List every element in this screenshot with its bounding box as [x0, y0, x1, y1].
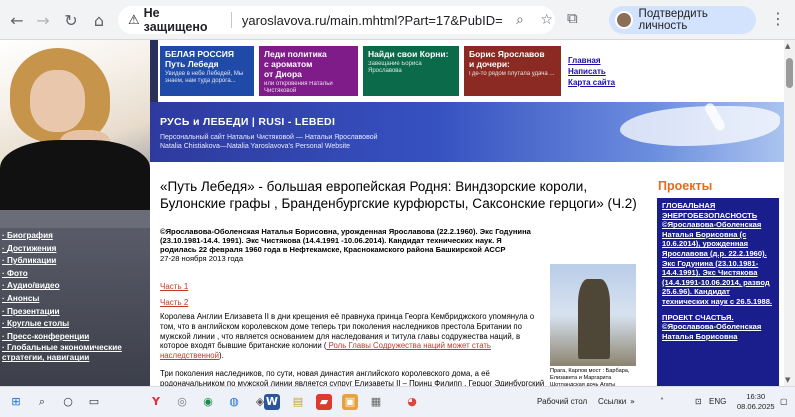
warning-icon[interactable]: ⚠ — [128, 13, 140, 28]
avatar — [615, 11, 633, 29]
projects-list: ГЛОБАЛЬНАЯ ЭНЕРГОБЕЗОПАСНОСТЬ ©Ярославов… — [657, 198, 779, 386]
task-view-icon[interactable]: ▭ — [86, 394, 102, 410]
bookmark-star-icon[interactable]: ☆ — [538, 12, 555, 28]
file-explorer-icon[interactable]: ▤ — [290, 394, 306, 410]
article-meta: ©Ярославова-Оболенская Наталья Борисовна… — [160, 227, 540, 263]
profile-button[interactable]: Подтвердить личность — [609, 6, 756, 34]
banner-find-roots[interactable]: Найди свои Корни: Завещание Бориса Яросл… — [363, 46, 459, 96]
home-icon[interactable]: ⌂ — [86, 7, 112, 33]
vertical-scrollbar[interactable]: ▲ ▼ — [784, 40, 795, 386]
nav-achievements[interactable]: Достижения — [0, 243, 140, 256]
app-icon[interactable]: ◍ — [226, 394, 242, 410]
banner-title: Борис Ярославов и дочери: — [469, 49, 545, 69]
article-parts: Часть 1 Часть 2 — [160, 279, 188, 311]
nav-biography[interactable]: Биография — [0, 230, 140, 243]
figure-caption: Прага, Карлов мост : Барбара, Елизавета … — [550, 368, 630, 386]
language-indicator[interactable]: ENG — [709, 397, 726, 406]
nav-press-conferences[interactable]: Пресс-конференции — [0, 331, 140, 344]
article-body: Королева Англии Елизавета II в дни креще… — [160, 312, 545, 386]
kebab-menu-icon[interactable]: ⋮ — [770, 9, 786, 28]
swan-graphic — [620, 106, 780, 146]
banner-subtitle: Завещание Бориса Ярославова — [368, 61, 422, 74]
nav-publications[interactable]: Публикации — [0, 255, 140, 268]
article: «Путь Лебедя» - большая европейская Родн… — [150, 162, 650, 386]
banner-title: БЕЛАЯ РОССИЯ Путь Лебедя — [165, 49, 235, 69]
link-home[interactable]: Главная — [568, 55, 615, 66]
clock[interactable]: 16:30 08.06.2025 — [737, 392, 775, 412]
site-subtitle: Персональный сайт Натальи Чистяковой — Н… — [160, 134, 378, 150]
word-icon[interactable]: W — [264, 394, 280, 410]
links-toolbar-label[interactable]: Ссылки — [598, 397, 626, 406]
network-icon[interactable]: ⊡ — [695, 397, 702, 406]
article-figure: Прага, Карлов мост : Барбара, Елизавета … — [550, 264, 640, 386]
forward-icon[interactable]: → — [30, 7, 56, 33]
app-icon[interactable]: ▰ — [316, 394, 332, 410]
security-label[interactable]: Не защищено — [144, 6, 221, 34]
nav-audio-video[interactable]: Аудио/видео — [0, 280, 140, 293]
reload-icon[interactable]: ↻ — [58, 7, 84, 33]
cortana-icon[interactable]: ○ — [60, 394, 76, 410]
nav-round-tables[interactable]: Круглые столы — [0, 318, 140, 331]
top-links: Главная Написать Карта сайта — [568, 55, 615, 88]
banner-boris-yaroslavov[interactable]: Борис Ярославов и дочери: Где-то рядом п… — [464, 46, 561, 96]
site-title: РУСЬ и ЛЕБЕДИ | RUSI - LEBEDI — [160, 116, 336, 128]
scroll-down-icon[interactable]: ▼ — [785, 376, 790, 384]
article-title: «Путь Лебедя» - большая европейская Родн… — [160, 179, 637, 211]
zoom-icon[interactable]: ⌕ — [512, 12, 529, 28]
projects-title: Проекты — [658, 179, 713, 193]
banner-title: Найди свои Корни: — [368, 49, 449, 59]
web-page: БЕЛАЯ РОССИЯ Путь Лебедя Увидев в небе Л… — [0, 40, 784, 386]
desktop-toolbar-label[interactable]: Рабочий стол — [537, 397, 587, 406]
banner-subtitle: Где-то рядом плутала удача ... — [469, 71, 555, 77]
app-icon[interactable]: ▦ — [368, 394, 384, 410]
author-photo — [0, 40, 150, 210]
address-bar[interactable]: ⚠ Не защищено yaroslavova.ru/main.mhtml?… — [118, 6, 555, 34]
banner-subtitle: или откровения Натальи Чистяковой — [264, 81, 333, 94]
windows-taskbar: ⊞ ⌕ ○ ▭ Y ◎ ◉ ◍ ◈ W ▤ ▰ ▣ ▦ ◕ Рабочий ст… — [0, 386, 795, 417]
top-banners: БЕЛАЯ РОССИЯ Путь Лебедя Увидев в небе Л… — [158, 40, 784, 102]
browser-toolbar: ← → ↻ ⌂ ⚠ Не защищено yaroslavova.ru/mai… — [0, 0, 795, 40]
windows-start-icon[interactable]: ⊞ — [8, 394, 24, 410]
chrome-icon[interactable]: ◕ — [404, 394, 420, 410]
part-1-link[interactable]: Часть 1 — [160, 279, 188, 295]
nav-announcements[interactable]: Анонсы — [0, 293, 140, 306]
yandex-icon[interactable]: Y — [148, 394, 164, 410]
banner-title: Леди политика с ароматом от Диора — [264, 49, 327, 79]
project-energy-security-link[interactable]: ГЛОБАЛЬНАЯ ЭНЕРГОБЕЗОПАСНОСТЬ ©Ярославов… — [662, 201, 774, 307]
clock-date: 08.06.2025 — [737, 402, 775, 411]
nav-photo[interactable]: Фото — [0, 268, 140, 281]
back-icon[interactable]: ← — [4, 7, 30, 33]
overflow-chevron-icon[interactable]: » — [630, 397, 635, 406]
banner-subtitle: Увидев в небе Лебедей, Мы знаем, нам туд… — [165, 71, 244, 84]
part-2-link[interactable]: Часть 2 — [160, 295, 188, 311]
notifications-icon[interactable]: ▢ — [780, 397, 788, 406]
article-author: ©Ярославова-Оболенская Наталья Борисовна… — [160, 227, 531, 254]
clock-time: 16:30 — [746, 392, 766, 401]
app-icon[interactable]: ◎ — [174, 394, 190, 410]
paragraph: Три поколения наследников, по сути, нова… — [160, 368, 545, 386]
edge-icon[interactable]: ◉ — [200, 394, 216, 410]
link-sitemap[interactable]: Карта сайта — [568, 77, 615, 88]
left-navigation: Биография Достижения Публикации Фото Ауд… — [0, 210, 150, 386]
divider — [230, 12, 232, 28]
extensions-icon[interactable]: ⧉ — [567, 9, 578, 27]
banner-lady-politics[interactable]: Леди политика с ароматом от Диора или от… — [259, 46, 358, 96]
banner-white-russia[interactable]: БЕЛАЯ РОССИЯ Путь Лебедя Увидев в небе Л… — [160, 46, 254, 96]
link-write[interactable]: Написать — [568, 66, 615, 77]
scrollbar-thumb[interactable] — [786, 58, 793, 88]
profile-label: Подтвердить личность — [638, 8, 708, 32]
scroll-up-icon[interactable]: ▲ — [785, 42, 790, 50]
nav-global-strategies[interactable]: Глобальные экономические стратегии, нави… — [0, 343, 140, 363]
site-header-banner: РУСЬ и ЛЕБЕДИ | RUSI - LEBEDI Персональн… — [150, 102, 784, 162]
statue-photo[interactable] — [550, 264, 636, 366]
project-happiness-link[interactable]: ПРОЕКТ СЧАСТЬЯ. ©Ярославова-Оболенская Н… — [662, 313, 774, 342]
tray-expand-icon[interactable]: ˄ — [660, 397, 664, 406]
paragraph: Королева Англии Елизавета II в дни креще… — [160, 312, 535, 361]
app-icon[interactable]: ▣ — [342, 394, 358, 410]
article-date: 27-28 ноября 2013 года — [160, 254, 244, 263]
search-icon[interactable]: ⌕ — [34, 394, 50, 410]
nav-presentations[interactable]: Презентации — [0, 306, 140, 319]
projects-sidebar: Проекты ГЛОБАЛЬНАЯ ЭНЕРГОБЕЗОПАСНОСТЬ ©Я… — [650, 162, 784, 386]
url-text[interactable]: yaroslavova.ru/main.mhtml?Part=17&PubID=… — [242, 13, 502, 28]
